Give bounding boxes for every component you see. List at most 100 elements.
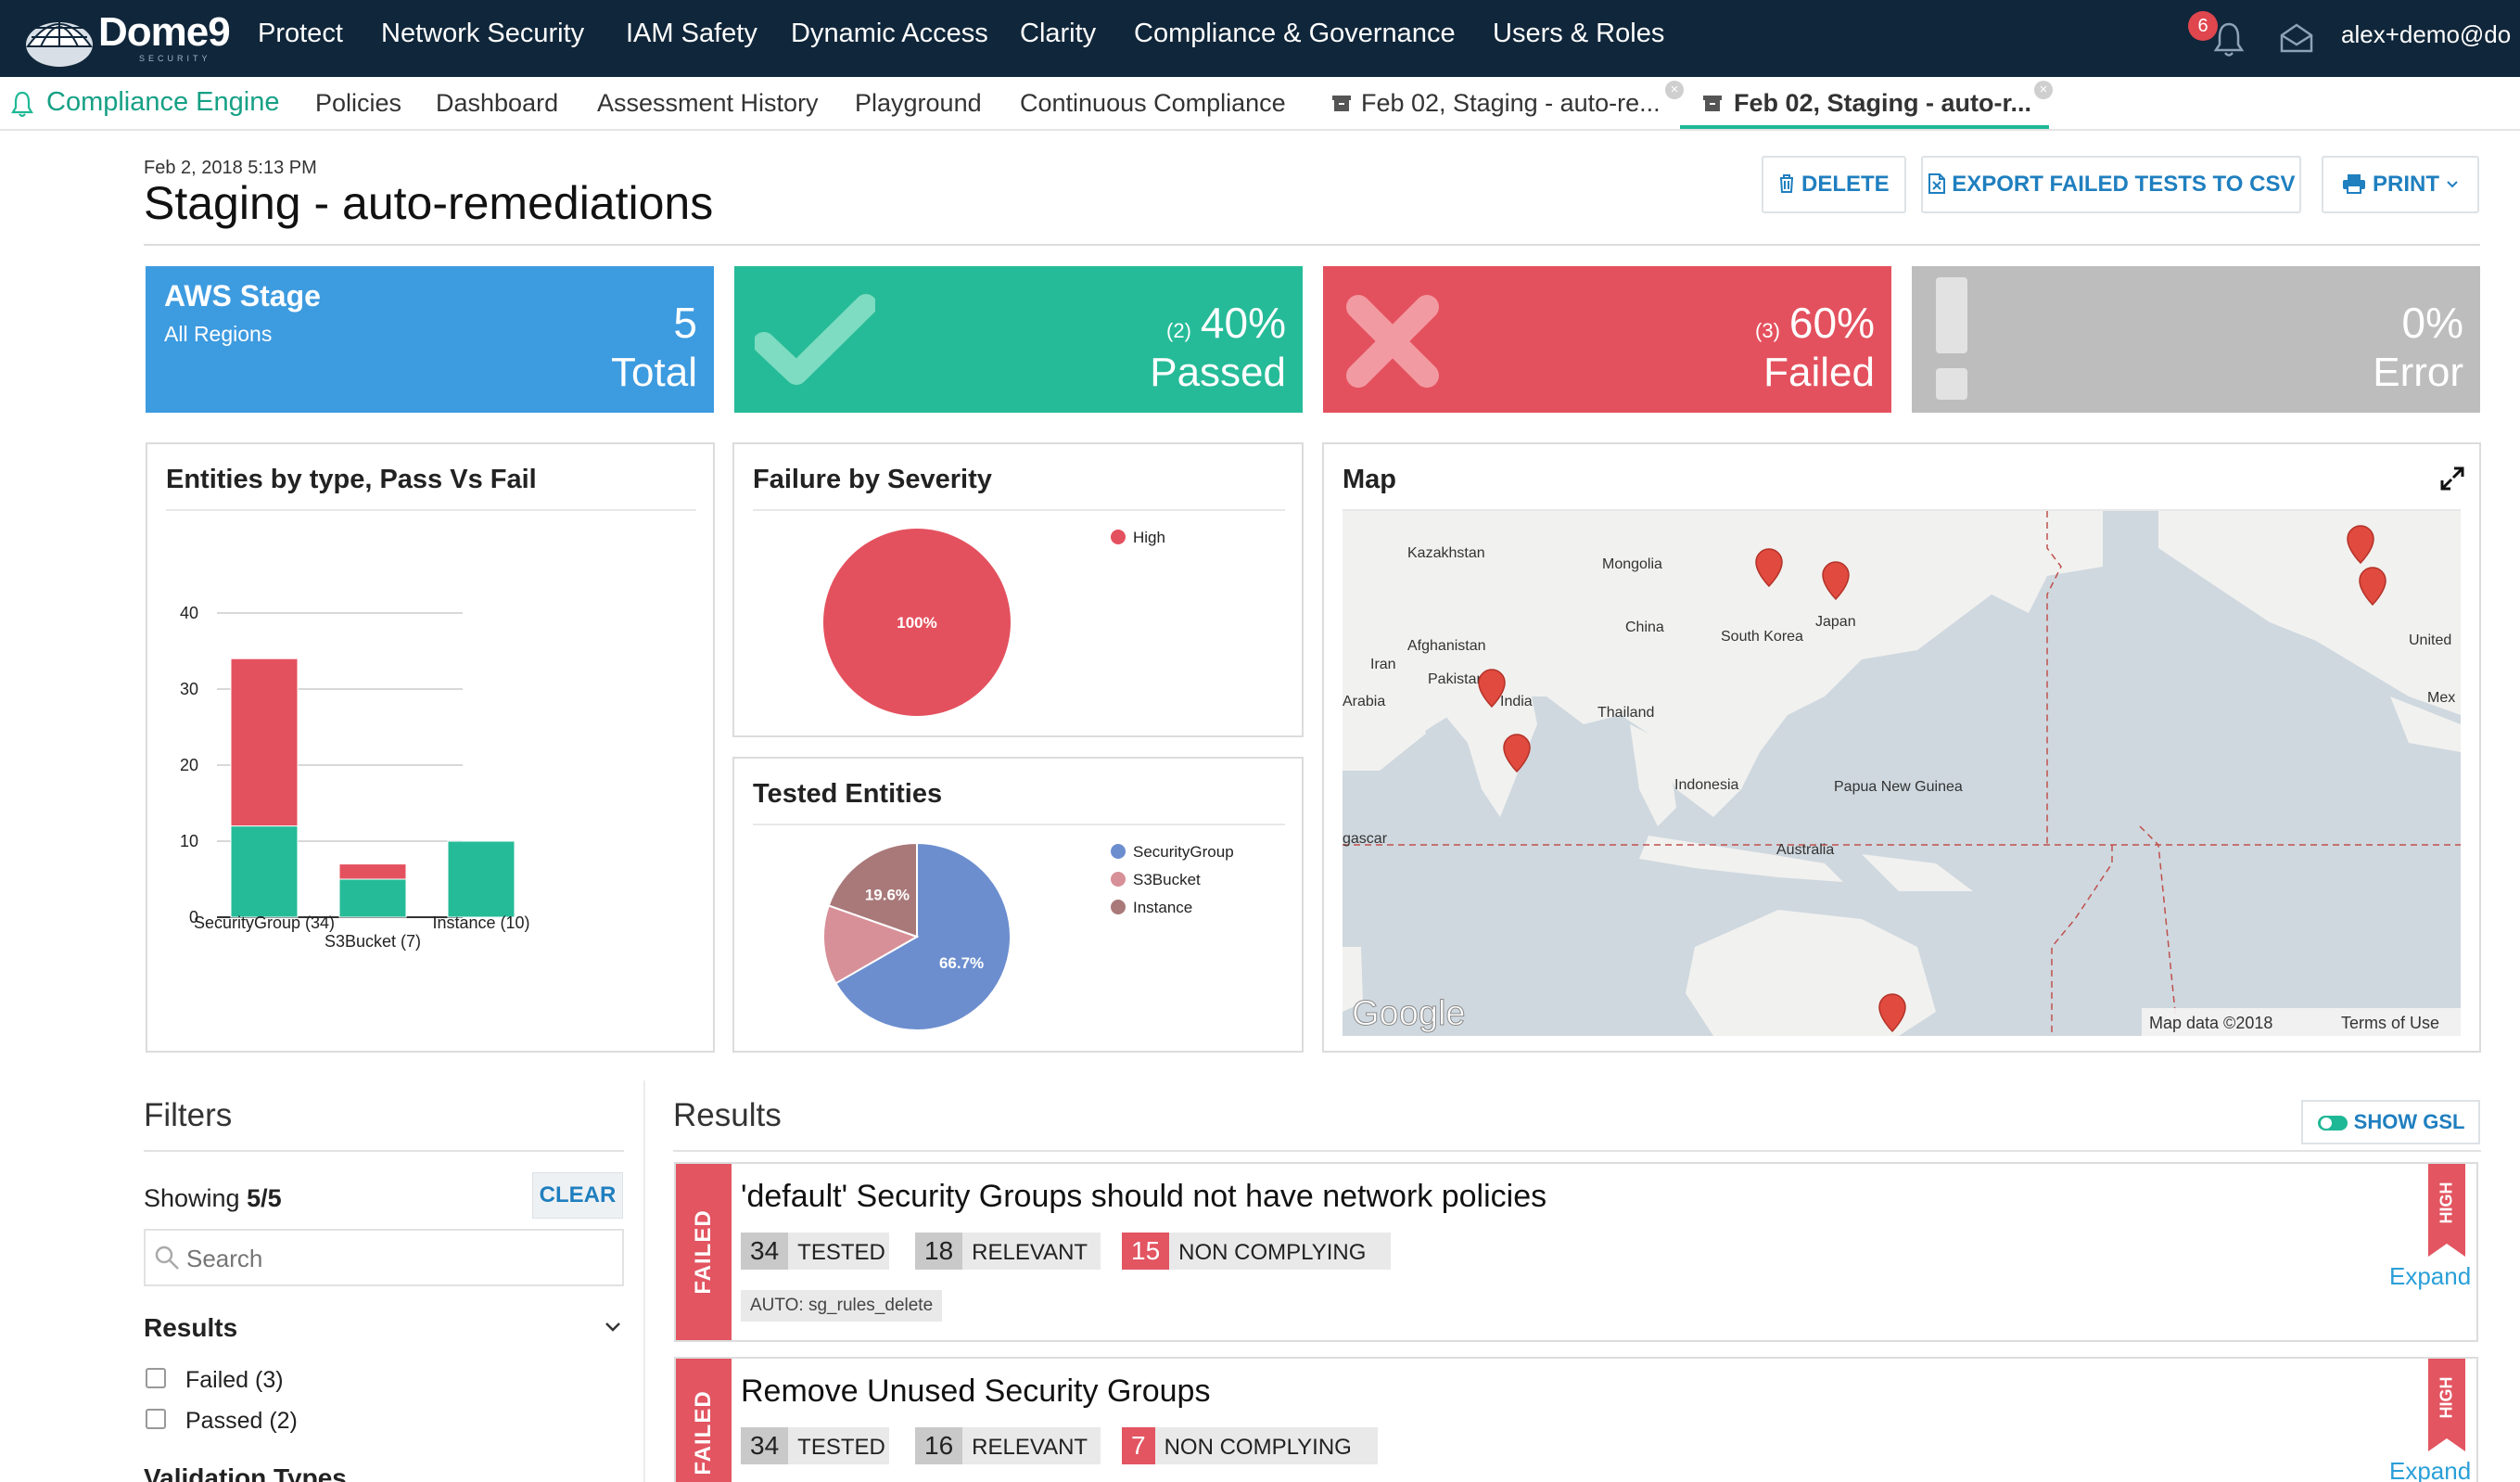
validation-types-header[interactable]: Validation Types — [144, 1463, 347, 1482]
showing-label: Showing — [144, 1184, 240, 1212]
results-divider — [673, 1150, 2481, 1152]
subnav-policies[interactable]: Policies — [315, 89, 401, 118]
delete-button[interactable]: DELETE — [1762, 156, 1906, 213]
nav-compliance-governance[interactable]: Compliance & Governance — [1134, 19, 1456, 49]
passed-label: Passed — [1150, 350, 1286, 395]
excel-file-icon — [1928, 173, 1945, 194]
search-input[interactable] — [186, 1242, 613, 1275]
world-map[interactable]: Kazakhstan Mongolia China South Korea Ja… — [1343, 511, 2461, 1036]
non-complying-count: 7 — [1122, 1427, 1155, 1464]
subnav-playground[interactable]: Playground — [855, 89, 982, 118]
active-tab-indicator — [1680, 125, 2049, 129]
results-filter-header[interactable]: Results — [144, 1313, 237, 1343]
non-complying-label: NON COMPLYING — [1178, 1240, 1367, 1265]
tab-assessment-2-active[interactable]: Feb 02, Staging - auto-r... — [1734, 89, 2031, 118]
tab-close-icon[interactable]: × — [1665, 81, 1684, 99]
top-navbar: Dome9 SECURITY Protect Network Security … — [0, 0, 2520, 77]
relevant-chip: 18 RELEVANT — [915, 1233, 1101, 1270]
map-label: China — [1625, 620, 1664, 635]
map-label: Afghanistan — [1407, 638, 1486, 654]
legend-label: Instance — [1133, 899, 1192, 916]
google-logo: Google — [1352, 994, 1466, 1033]
nav-clarity[interactable]: Clarity — [1020, 19, 1096, 49]
passed-checkbox[interactable] — [146, 1409, 166, 1429]
expand-link[interactable]: Expand — [2389, 1457, 2471, 1482]
failed-count: (3) — [1755, 319, 1780, 342]
x-tick-label: Instance (10) — [432, 913, 529, 932]
export-csv-button[interactable]: EXPORT FAILED TESTS TO CSV — [1921, 156, 2301, 213]
passed-card[interactable]: (2) 40% Passed — [734, 266, 1303, 413]
bar-segment — [338, 863, 407, 880]
page-title: Staging - auto-remediations — [144, 177, 714, 229]
relevant-label: RELEVANT — [972, 1240, 1088, 1265]
nav-dynamic-access[interactable]: Dynamic Access — [791, 19, 988, 49]
non-complying-chip: 7 NON COMPLYING — [1122, 1427, 1378, 1464]
failed-checkbox[interactable] — [146, 1368, 166, 1388]
map-label: Indonesia — [1674, 777, 1738, 793]
map-label: gascar — [1343, 831, 1388, 847]
tab-close-icon[interactable]: × — [2034, 81, 2053, 99]
region-label: All Regions — [164, 322, 273, 346]
legend-swatch — [1111, 844, 1126, 859]
chevron-down-icon — [2446, 181, 2458, 188]
nav-iam-safety[interactable]: IAM Safety — [626, 19, 757, 49]
failed-percent: 60% — [1788, 299, 1875, 347]
filter-search-box[interactable] — [144, 1229, 624, 1286]
fullscreen-icon[interactable] — [2440, 466, 2464, 491]
entities-bar-chart: 010203040SecurityGroup (34)S3Bucket (7)I… — [180, 604, 530, 951]
tested-label: TESTED — [797, 1435, 885, 1460]
auto-remediation-tag: AUTO: sg_rules_delete — [741, 1290, 943, 1322]
non-complying-chip: 15 NON COMPLYING — [1122, 1233, 1391, 1270]
result-card[interactable]: FAILED Remove Unused Security Groups 34 T… — [674, 1357, 2478, 1482]
status-label: FAILED — [691, 1209, 716, 1295]
chevron-down-icon[interactable] — [604, 1321, 622, 1334]
total-value: 5 — [673, 299, 697, 347]
failed-card[interactable]: (3) 60% Failed — [1323, 266, 1891, 413]
relevant-count: 18 — [915, 1233, 963, 1270]
total-label: Total — [611, 350, 697, 395]
legend-swatch — [1111, 530, 1126, 544]
clear-filters-button[interactable]: CLEAR — [532, 1172, 623, 1219]
user-account-menu[interactable]: alex+demo@do — [2341, 20, 2511, 49]
bar-segment — [230, 825, 299, 918]
failed-filter-label[interactable]: Failed (3) — [185, 1367, 284, 1394]
map-label: Kazakhstan — [1407, 545, 1485, 561]
subnav-continuous-compliance[interactable]: Continuous Compliance — [1020, 89, 1286, 118]
total-card[interactable]: AWS Stage All Regions 5 Total — [146, 266, 714, 413]
dome9-logo-icon[interactable] — [22, 7, 96, 69]
nav-protect[interactable]: Protect — [258, 19, 343, 49]
result-card[interactable]: FAILED 'default' Security Groups should … — [674, 1162, 2478, 1342]
error-card[interactable]: 0% Error — [1912, 266, 2480, 413]
rule-title[interactable]: 'default' Security Groups should not hav… — [741, 1179, 1546, 1215]
legend-swatch — [1111, 872, 1126, 887]
show-gsl-toggle[interactable]: SHOW GSL — [2301, 1100, 2480, 1144]
passed-percent: 40% — [1200, 299, 1286, 347]
rule-title[interactable]: Remove Unused Security Groups — [741, 1373, 1210, 1410]
logo-text[interactable]: Dome9 — [98, 9, 231, 56]
map-label: India — [1500, 694, 1533, 709]
print-button[interactable]: PRINT — [2322, 156, 2479, 213]
passed-filter-label[interactable]: Passed (2) — [185, 1408, 298, 1435]
nav-network-security[interactable]: Network Security — [381, 19, 584, 49]
notification-badge[interactable]: 6 — [2188, 11, 2218, 41]
map-terms-link[interactable]: Terms of Use — [2341, 1014, 2439, 1032]
legend-swatch — [1111, 900, 1126, 914]
map-label: Iran — [1370, 657, 1396, 672]
export-label: EXPORT FAILED TESTS TO CSV — [1952, 172, 2296, 197]
non-complying-count: 15 — [1122, 1233, 1170, 1270]
bar-segment — [338, 878, 407, 918]
print-label: PRINT — [2373, 172, 2439, 197]
bell-outline-icon — [11, 91, 33, 118]
tested-entities-panel: Tested Entities 66.7% SecurityGroup S3Buck… — [732, 757, 1304, 1053]
relevant-chip: 16 RELEVANT — [915, 1427, 1101, 1464]
relevant-count: 16 — [915, 1427, 963, 1464]
compliance-engine-title[interactable]: Compliance Engine — [46, 87, 279, 118]
expand-link[interactable]: Expand — [2389, 1262, 2471, 1291]
error-label: Error — [2373, 350, 2463, 395]
nav-users-roles[interactable]: Users & Roles — [1493, 19, 1664, 49]
subnav-assessment-history[interactable]: Assessment History — [597, 89, 819, 118]
legend-label: SecurityGroup — [1133, 843, 1234, 861]
tab-assessment-1[interactable]: Feb 02, Staging - auto-re... — [1361, 89, 1661, 118]
inbox-icon[interactable] — [2279, 22, 2314, 54]
subnav-dashboard[interactable]: Dashboard — [436, 89, 558, 118]
